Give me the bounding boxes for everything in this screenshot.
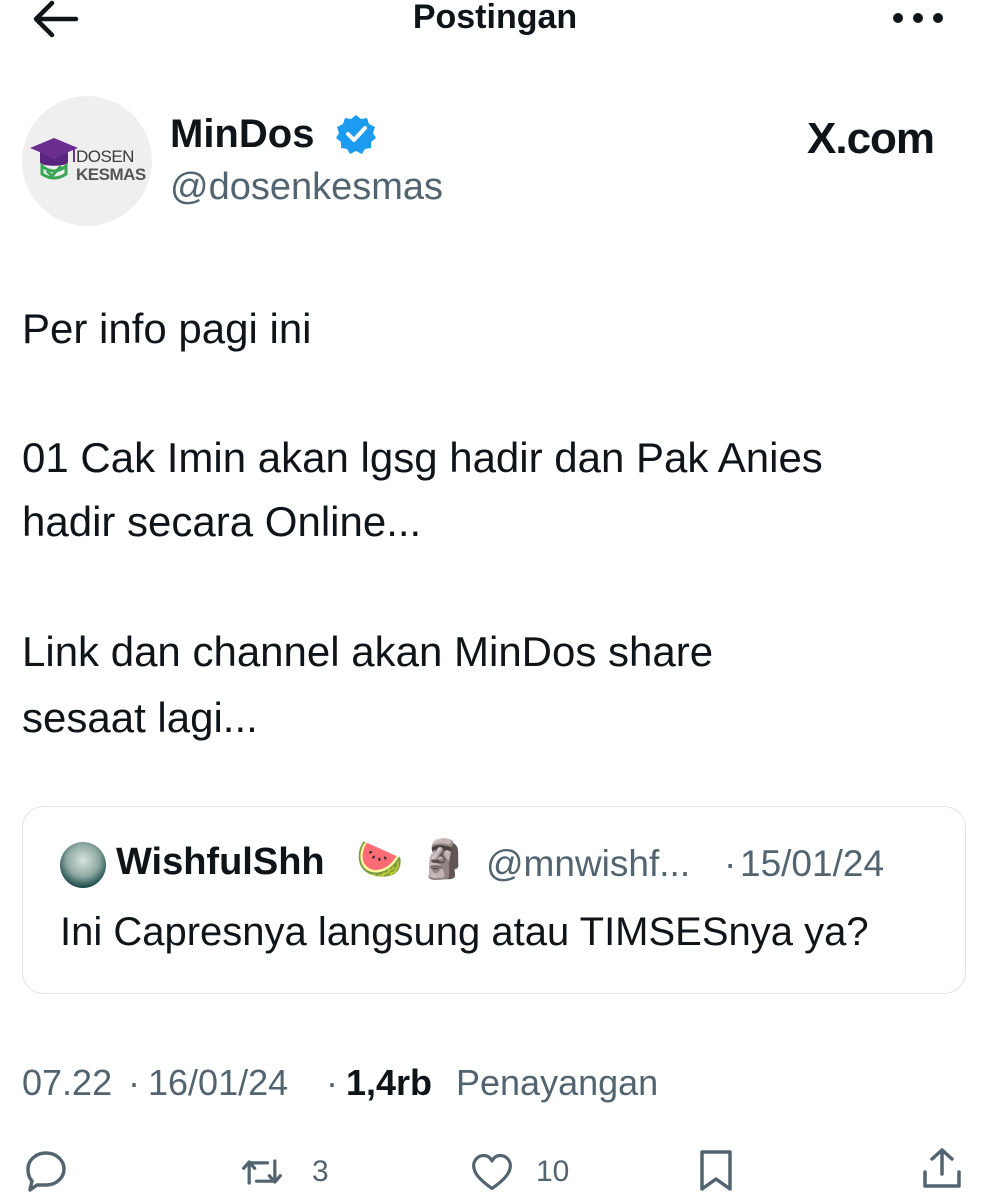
views-label: Penayangan: [456, 1062, 659, 1103]
avatar[interactable]: DOSEN KESMAS: [22, 96, 152, 226]
quoted-date: 15/01/24: [740, 843, 885, 884]
quoted-author-handle: @mnwishf...: [486, 843, 691, 884]
meta-separator: ·: [128, 1062, 140, 1103]
quoted-separator: ·: [724, 843, 737, 884]
tweet-text-line: Link dan channel akan MinDos share: [22, 628, 714, 675]
page-title: Postingan: [412, 0, 578, 36]
repost-icon[interactable]: [240, 1150, 284, 1194]
verified-badge-icon: [336, 115, 376, 154]
quoted-avatar: [60, 842, 106, 888]
more-options-icon[interactable]: [890, 4, 946, 32]
reply-icon[interactable]: [24, 1148, 68, 1192]
bookmark-icon[interactable]: [694, 1148, 738, 1192]
tweet-text-line: 01 Cak Imin akan lgsg hadir dan Pak Anie…: [22, 434, 823, 481]
watermelon-emoji: 🍉: [356, 839, 404, 881]
tweet-text-line: hadir secara Online...: [22, 498, 422, 545]
like-heart-icon[interactable]: [470, 1150, 514, 1194]
author-name[interactable]: MinDos: [170, 112, 314, 157]
views-count[interactable]: 1,4rb: [346, 1062, 432, 1104]
x-com-watermark: X.com: [807, 114, 935, 163]
share-icon[interactable]: [920, 1146, 964, 1190]
like-count: 10: [536, 1155, 570, 1188]
post-date: 16/01/24: [148, 1062, 289, 1103]
moai-emoji: 🗿: [420, 839, 468, 881]
quoted-tweet-card[interactable]: [22, 806, 966, 994]
tweet-text-line: Per info pagi ini: [22, 305, 312, 352]
avatar-logo-text: DOSEN KESMAS: [76, 147, 146, 184]
post-time: 07.22: [22, 1062, 113, 1103]
graduation-cap-icon: [30, 138, 78, 180]
author-handle[interactable]: @dosenkesmas: [170, 166, 443, 209]
repost-count: 3: [312, 1155, 329, 1188]
meta-separator: ·: [326, 1062, 338, 1103]
quoted-tweet-text: Ini Capresnya langsung atau TIMSESnya ya…: [60, 910, 869, 954]
tweet-text-line: sesaat lagi...: [22, 694, 258, 741]
quoted-author-name: WishfulShh: [116, 841, 325, 883]
